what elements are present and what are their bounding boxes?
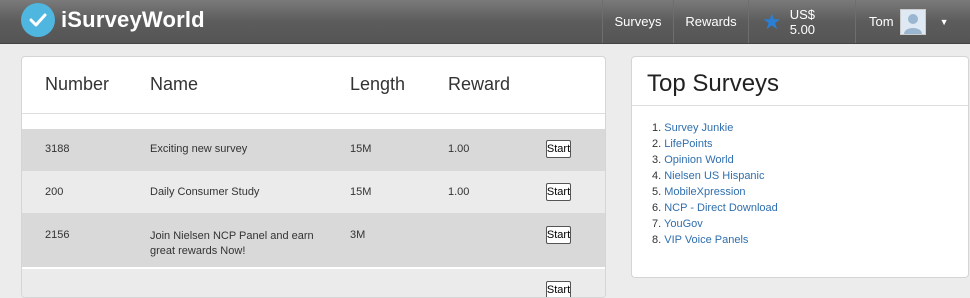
top-survey-link[interactable]: NCP - Direct Download <box>664 202 778 214</box>
row-name: Join Nielsen NCP Panel and earn great re… <box>150 230 314 257</box>
avatar <box>899 8 926 35</box>
user-name: Tom <box>869 14 894 29</box>
list-item: 6. NCP - Direct Download <box>652 202 778 214</box>
top-survey-link[interactable]: Nielsen US Hispanic <box>664 170 764 182</box>
top-survey-link[interactable]: MobileXpression <box>664 186 745 198</box>
list-item: 4. Nielsen US Hispanic <box>652 170 765 182</box>
table-row: 3188 Exciting new survey 15M 1.00 Start <box>22 129 605 171</box>
list-item: 7. YouGov <box>652 218 703 230</box>
table-header: Number Name Length Reward <box>22 57 605 114</box>
list-item: 3. Opinion World <box>652 154 734 166</box>
brand-logo[interactable]: iSurveyWorld <box>21 2 205 38</box>
star-icon: ★ <box>762 8 782 34</box>
chevron-down-icon[interactable]: ▼ <box>940 17 949 27</box>
header-reward: Reward <box>448 74 511 94</box>
header-length: Length <box>350 74 406 94</box>
divider <box>632 105 968 106</box>
start-button[interactable]: Start <box>546 281 571 297</box>
row-reward: 1.00 <box>448 186 470 198</box>
top-survey-link[interactable]: Survey Junkie <box>664 122 733 134</box>
nav-rewards-label: Rewards <box>685 14 737 29</box>
checkmark-icon <box>21 3 55 37</box>
start-button[interactable]: Start <box>546 226 571 244</box>
list-item: 2. LifePoints <box>652 138 713 150</box>
top-survey-link[interactable]: VIP Voice Panels <box>664 234 748 246</box>
row-reward: 1.00 <box>448 143 470 155</box>
table-row: Start <box>22 269 605 297</box>
nav-surveys[interactable]: Surveys <box>602 0 673 43</box>
nav-surveys-label: Surveys <box>614 14 662 29</box>
nav-rewards[interactable]: Rewards <box>673 0 748 43</box>
top-navbar: iSurveyWorld Surveys Rewards ★ US$ 5.00 … <box>0 0 970 44</box>
top-survey-link[interactable]: YouGov <box>664 218 703 230</box>
brand-name: iSurveyWorld <box>61 7 205 32</box>
row-name: Exciting new survey <box>150 143 248 155</box>
nav-balance[interactable]: ★ US$ 5.00 <box>748 0 855 43</box>
table-row: 2156 Join Nielsen NCP Panel and earn gre… <box>22 213 605 267</box>
row-number: 2156 <box>45 229 70 241</box>
list-item: 5. MobileXpression <box>652 186 746 198</box>
row-length: 3M <box>350 229 366 241</box>
row-length: 15M <box>350 186 372 198</box>
user-menu[interactable]: Tom ▼ <box>855 0 970 43</box>
survey-table: Number Name Length Reward 3188 Exciting … <box>21 56 606 298</box>
table-row: 200 Daily Consumer Study 15M 1.00 Start <box>22 171 605 213</box>
balance-amount: US$ 5.00 <box>789 6 816 37</box>
row-length: 15M <box>350 143 372 155</box>
top-surveys-title: Top Surveys <box>647 70 780 97</box>
row-number: 3188 <box>45 143 70 155</box>
header-number: Number <box>45 74 110 94</box>
main-nav: Surveys Rewards ★ US$ 5.00 Tom ▼ <box>602 0 970 43</box>
top-survey-link[interactable]: LifePoints <box>664 138 712 150</box>
row-name: Daily Consumer Study <box>150 186 260 198</box>
row-number: 200 <box>45 186 64 198</box>
top-survey-link[interactable]: Opinion World <box>664 154 734 166</box>
start-button[interactable]: Start <box>546 183 571 201</box>
list-item: 8. VIP Voice Panels <box>652 234 749 246</box>
list-item: 1. Survey Junkie <box>652 122 734 134</box>
start-button[interactable]: Start <box>546 140 571 158</box>
top-surveys-list: 1. Survey Junkie 2. LifePoints 3. Opinio… <box>652 120 778 248</box>
top-surveys-panel: Top Surveys 1. Survey Junkie 2. LifePoin… <box>631 56 969 278</box>
header-name: Name <box>150 74 199 94</box>
